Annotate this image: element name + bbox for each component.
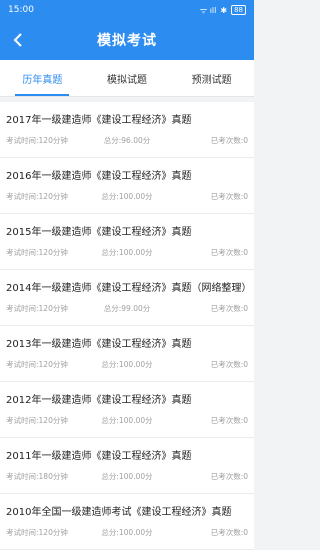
exam-duration: 考试时间:120分钟 (6, 360, 68, 369)
list-item[interactable]: 2012年一级建造师《建设工程经济》真题 考试时间:120分钟 总分:100.0… (0, 382, 254, 438)
chevron-left-icon (13, 33, 22, 47)
exam-total-score: 总分:100.00分 (101, 416, 153, 425)
exam-attempt-count: 已考次数:0 (210, 136, 249, 145)
exam-total-score: 总分:99.00分 (103, 304, 151, 313)
back-button[interactable] (8, 30, 28, 50)
exam-total-score: 总分:100.00分 (101, 472, 153, 481)
exam-attempt-count: 已考次数:0 (210, 416, 249, 425)
status-bar: 15:00 ᯤ ıll ✱ 88 (0, 0, 254, 20)
exam-attempt-count: 已考次数:0 (210, 304, 249, 313)
exam-attempt-count: 已考次数:0 (210, 248, 249, 257)
list-item[interactable]: 2011年一级建造师《建设工程经济》真题 考试时间:180分钟 总分:100.0… (0, 438, 254, 494)
status-icons: ᯤ ıll ✱ 88 (200, 5, 246, 16)
exam-meta: 考试时间:120分钟 总分:100.00分 已考次数:0 (6, 359, 248, 370)
exam-duration: 考试时间:120分钟 (6, 136, 68, 145)
exam-title: 2017年一级建造师《建设工程经济》真题 (6, 115, 192, 126)
exam-duration: 考试时间:120分钟 (6, 416, 68, 425)
exam-duration: 考试时间:120分钟 (6, 528, 68, 537)
exam-duration: 考试时间:120分钟 (6, 192, 68, 201)
list-item[interactable]: 2013年一级建造师《建设工程经济》真题 考试时间:120分钟 总分:100.0… (0, 326, 254, 382)
exam-attempt-count: 已考次数:0 (210, 192, 249, 201)
list-item[interactable]: 2015年一级建造师《建设工程经济》真题 考试时间:120分钟 总分:100.0… (0, 214, 254, 270)
tab-predicted-exams[interactable]: 预测试题 (169, 60, 254, 96)
signal-icon: ᯤ ıll (199, 5, 217, 15)
nav-bar: 模拟考试 (0, 20, 254, 60)
exam-total-score: 总分:100.00分 (101, 360, 153, 369)
exam-duration: 考试时间:180分钟 (6, 472, 68, 481)
exam-title: 2013年一级建造师《建设工程经济》真题 (6, 339, 192, 350)
exam-meta: 考试时间:180分钟 总分:100.00分 已考次数:0 (6, 471, 248, 482)
exam-meta: 考试时间:120分钟 总分:100.00分 已考次数:0 (6, 415, 248, 426)
exam-attempt-count: 已考次数:0 (210, 528, 249, 537)
exam-total-score: 总分:100.00分 (101, 192, 153, 201)
exam-meta: 考试时间:120分钟 总分:99.00分 已考次数:0 (6, 303, 248, 314)
tab-past-exams[interactable]: 历年真题 (0, 60, 85, 96)
battery-icon: 88 (231, 5, 246, 15)
list-item[interactable]: 2010年全国一级建造师考试《建设工程经济》真题 考试时间:120分钟 总分:1… (0, 494, 254, 550)
tab-mock-exams[interactable]: 模拟试题 (85, 60, 170, 96)
exam-attempt-count: 已考次数:0 (210, 472, 249, 481)
exam-title: 2015年一级建造师《建设工程经济》真题 (6, 227, 192, 238)
exam-total-score: 总分:100.00分 (101, 528, 153, 537)
exam-title: 2010年全国一级建造师考试《建设工程经济》真题 (6, 507, 232, 518)
list-item[interactable]: 2017年一级建造师《建设工程经济》真题 考试时间:120分钟 总分:96.00… (0, 102, 254, 158)
exam-meta: 考试时间:120分钟 总分:100.00分 已考次数:0 (6, 191, 248, 202)
exam-title: 2016年一级建造师《建设工程经济》真题 (6, 171, 192, 182)
page-title: 模拟考试 (97, 33, 157, 49)
list-item[interactable]: 2014年一级建造师《建设工程经济》真题（网络整理） 考试时间:120分钟 总分… (0, 270, 254, 326)
exam-duration: 考试时间:120分钟 (6, 304, 68, 313)
exam-meta: 考试时间:120分钟 总分:100.00分 已考次数:0 (6, 247, 248, 258)
exam-meta: 考试时间:120分钟 总分:100.00分 已考次数:0 (6, 527, 248, 538)
exam-list: 2017年一级建造师《建设工程经济》真题 考试时间:120分钟 总分:96.00… (0, 102, 254, 550)
exam-meta: 考试时间:120分钟 总分:96.00分 已考次数:0 (6, 135, 248, 146)
tab-bar: 历年真题 模拟试题 预测试题 (0, 60, 254, 97)
bluetooth-icon: ✱ (220, 5, 228, 15)
exam-attempt-count: 已考次数:0 (210, 360, 249, 369)
list-item[interactable]: 2016年一级建造师《建设工程经济》真题 考试时间:120分钟 总分:100.0… (0, 158, 254, 214)
exam-title: 2014年一级建造师《建设工程经济》真题（网络整理） (6, 283, 248, 294)
exam-title: 2011年一级建造师《建设工程经济》真题 (6, 451, 192, 462)
exam-title: 2012年一级建造师《建设工程经济》真题 (6, 395, 192, 406)
status-time: 15:00 (8, 5, 34, 15)
exam-total-score: 总分:96.00分 (103, 136, 151, 145)
exam-duration: 考试时间:120分钟 (6, 248, 68, 257)
exam-total-score: 总分:100.00分 (101, 248, 153, 257)
